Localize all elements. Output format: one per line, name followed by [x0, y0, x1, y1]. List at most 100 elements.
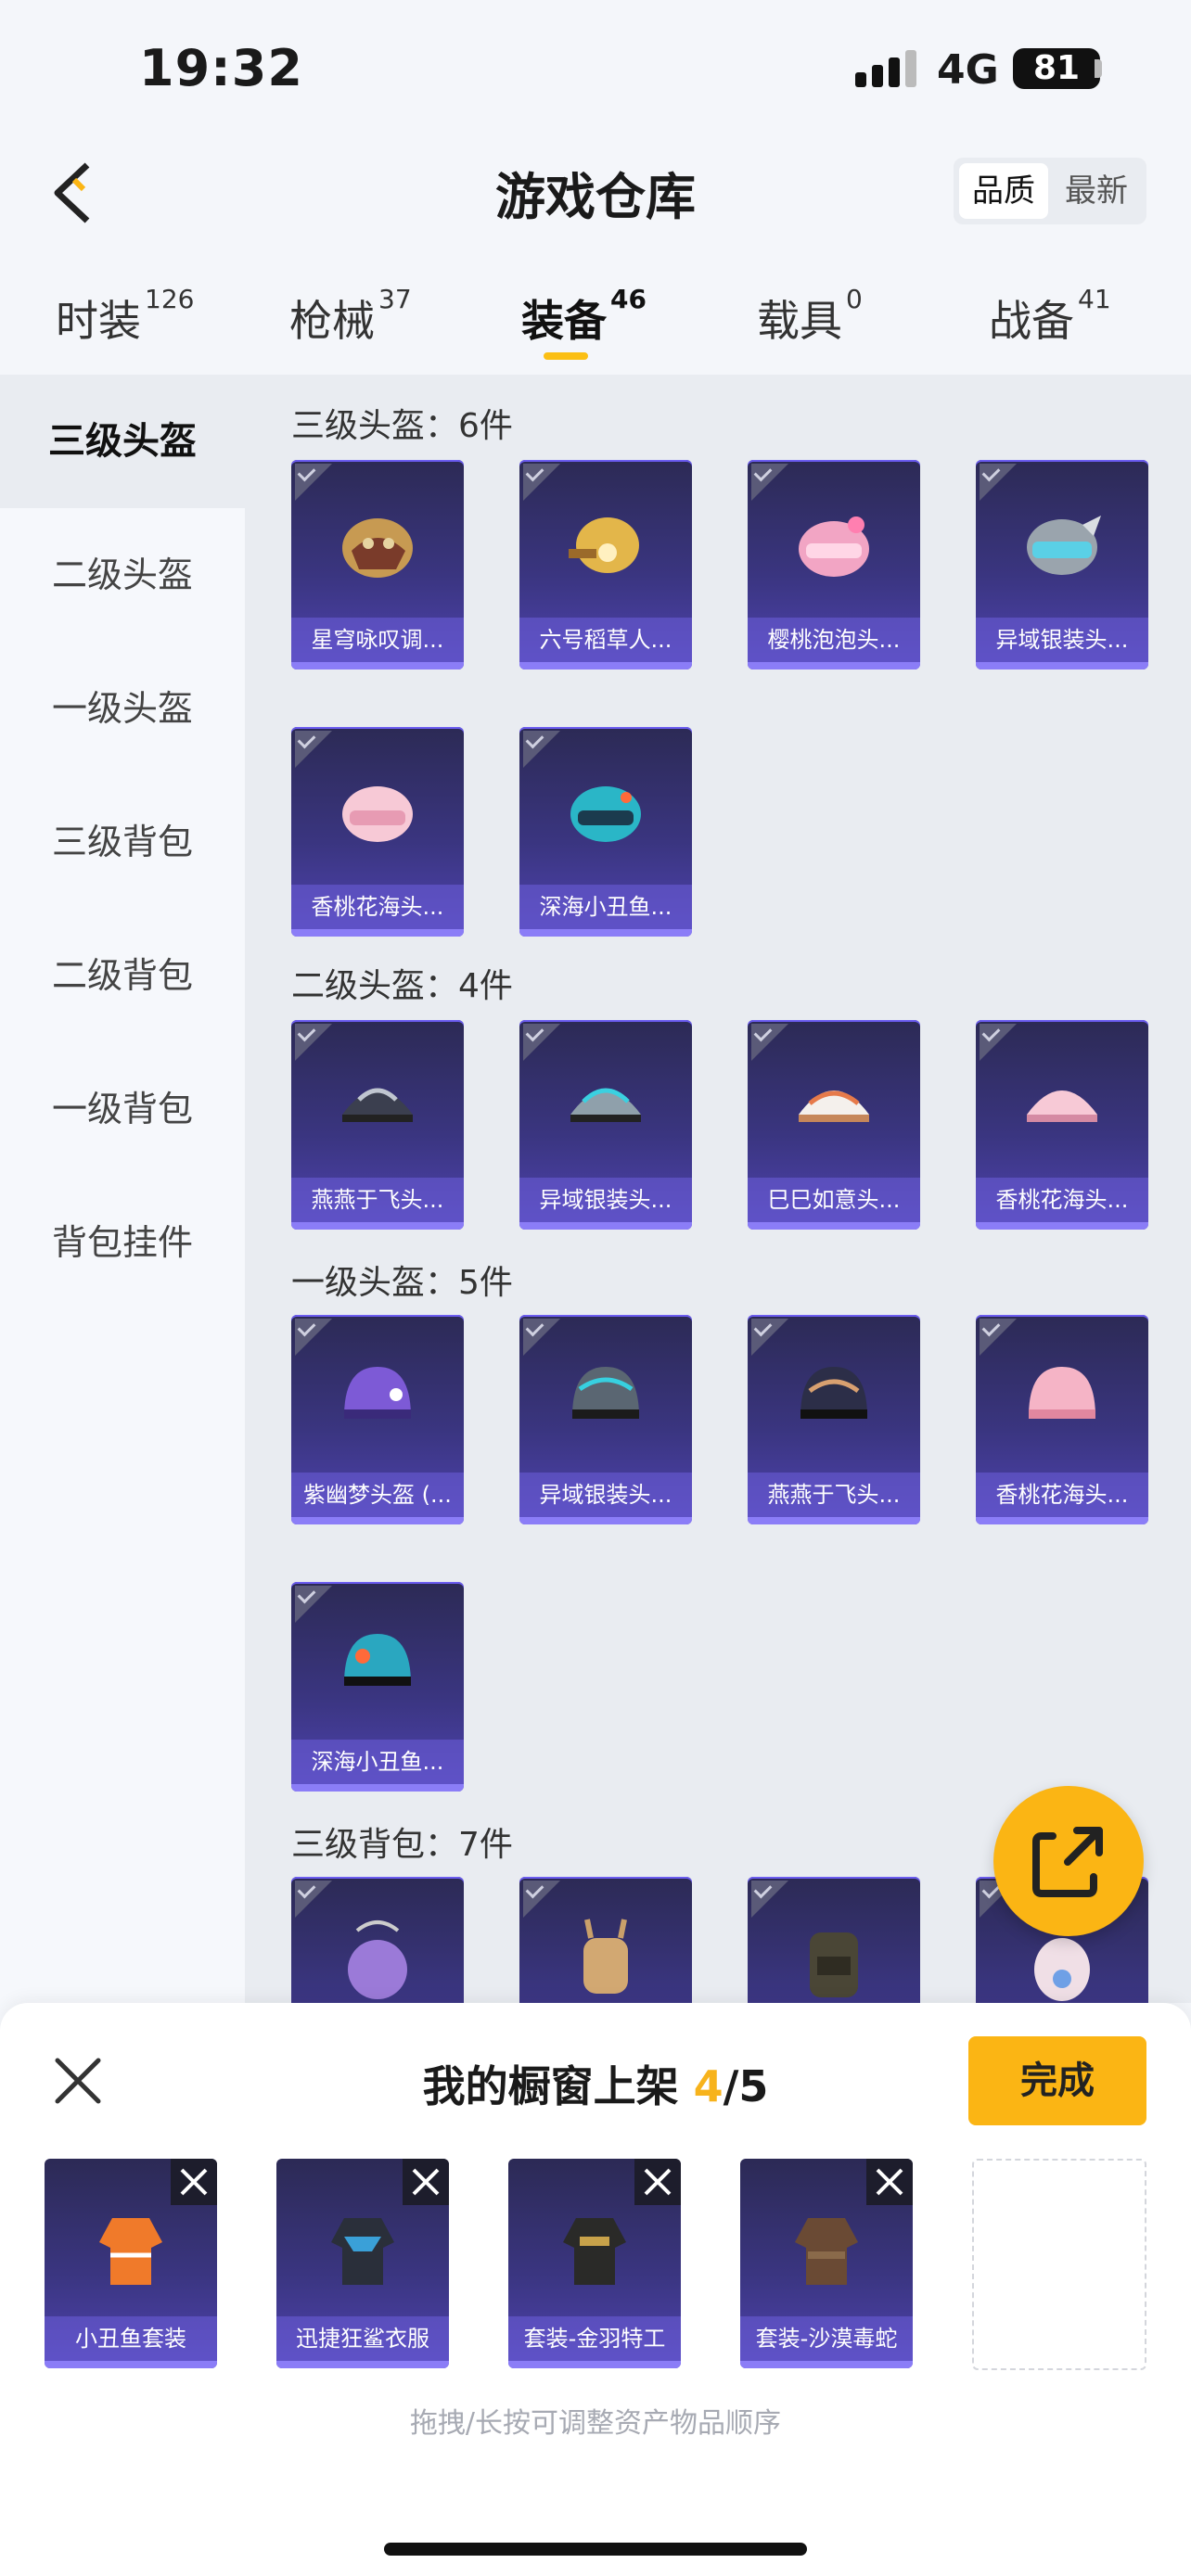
backpack-icon	[583, 1919, 628, 1994]
item-card[interactable]: 巳巳如意头...	[748, 1020, 920, 1230]
showcase-slot[interactable]: 套装-沙漠毒蛇	[740, 2159, 913, 2368]
tab-indicator	[544, 352, 588, 360]
sort-quality-button[interactable]: 品质	[959, 163, 1048, 219]
item-card[interactable]: 异域银装头...	[976, 460, 1148, 670]
tab-label: 战备	[989, 296, 1074, 346]
showcase-slot[interactable]: 迅捷狂鲨衣服	[276, 2159, 449, 2368]
item-label: 异域银装头...	[519, 1178, 692, 1222]
helmet-icon	[799, 516, 869, 577]
item-card[interactable]: 紫幽梦头盔 (...	[291, 1315, 464, 1524]
rarity-bar	[748, 1222, 920, 1230]
tab-label: 载具	[757, 296, 842, 346]
done-button[interactable]: 完成	[968, 2036, 1146, 2125]
check-icon	[980, 464, 1017, 501]
sidebar-item-lv3-backpack[interactable]: 三级背包	[0, 775, 245, 909]
sidebar-item-lv2-backpack[interactable]: 二级背包	[0, 909, 245, 1042]
remove-button[interactable]	[171, 2159, 217, 2205]
item-label: 燕燕于飞头...	[748, 1473, 920, 1517]
remove-button[interactable]	[403, 2159, 449, 2205]
helmet-icon	[344, 1634, 411, 1686]
rarity-bar	[976, 1517, 1148, 1524]
sidebar-item-lv3-helmet[interactable]: 三级头盔	[0, 375, 245, 508]
item-label: 星穹咏叹调...	[291, 618, 464, 662]
item-label: 深海小丑鱼...	[519, 885, 692, 929]
item-label: 深海小丑鱼...	[291, 1740, 464, 1784]
sidebar-item-backpack-pendant[interactable]: 背包挂件	[0, 1176, 245, 1309]
sidebar-item-lv1-backpack[interactable]: 一级背包	[0, 1042, 245, 1176]
item-label: 紫幽梦头盔 (...	[291, 1473, 464, 1517]
tab-guns[interactable]: 枪械 37	[289, 284, 412, 349]
helmet-icon	[342, 786, 413, 842]
helmet-icon	[1027, 1090, 1097, 1122]
item-card[interactable]: 异域银装头...	[519, 1315, 692, 1524]
rarity-bar	[748, 662, 920, 670]
item-card[interactable]	[291, 1877, 464, 2003]
item-card[interactable]: 深海小丑鱼...	[291, 1582, 464, 1792]
item-card[interactable]	[748, 1877, 920, 2003]
tab-vehicles[interactable]: 载具 0	[757, 284, 863, 349]
check-icon	[751, 1881, 788, 1918]
tab-supplies[interactable]: 战备 41	[989, 284, 1111, 349]
item-card[interactable]: 深海小丑鱼...	[519, 727, 692, 937]
item-label: 香桃花海头...	[976, 1473, 1148, 1517]
sort-toggle[interactable]: 品质 最新	[954, 158, 1146, 224]
section-title: 一级头盔：5件	[291, 1264, 513, 1302]
item-card[interactable]: 异域银装头...	[519, 1020, 692, 1230]
item-label: 香桃花海头...	[291, 885, 464, 929]
sort-newest-button[interactable]: 最新	[1052, 163, 1141, 219]
home-indicator[interactable]	[384, 2543, 807, 2556]
reorder-hint: 拖拽/长按可调整资产物品顺序	[409, 2407, 782, 2440]
showcase-empty-slot[interactable]	[972, 2159, 1146, 2370]
close-icon	[412, 2168, 440, 2196]
check-icon	[523, 1881, 560, 1918]
helmet-icon	[570, 1088, 641, 1122]
item-label: 六号稻草人...	[519, 618, 692, 662]
item-card[interactable]: 星穹咏叹调...	[291, 460, 464, 670]
rarity-bar	[291, 929, 464, 937]
item-card[interactable]: 燕燕于飞头...	[291, 1020, 464, 1230]
close-icon	[876, 2168, 903, 2196]
helmet-icon	[570, 786, 641, 842]
helmet-icon	[1027, 516, 1101, 575]
sidebar-item-lv1-helmet[interactable]: 一级头盔	[0, 642, 245, 775]
item-label: 异域银装头...	[519, 1473, 692, 1517]
tab-count: 126	[145, 284, 195, 314]
item-label: 燕燕于飞头...	[291, 1178, 464, 1222]
signal-icon	[855, 50, 916, 87]
slot-label: 套装-沙漠毒蛇	[740, 2316, 913, 2361]
helmet-icon	[572, 1367, 639, 1419]
remove-button[interactable]	[866, 2159, 913, 2205]
helmet-icon	[342, 518, 413, 578]
rarity-bar	[748, 1517, 920, 1524]
share-icon	[1032, 1827, 1103, 1897]
check-icon	[751, 464, 788, 501]
helmet-icon	[1029, 1367, 1095, 1419]
sidebar-item-lv2-helmet[interactable]: 二级头盔	[0, 508, 245, 642]
item-card[interactable]	[519, 1877, 692, 2003]
check-icon	[980, 1319, 1017, 1356]
item-card[interactable]: 樱桃泡泡头...	[748, 460, 920, 670]
helmet-icon	[344, 1367, 411, 1419]
rarity-bar	[976, 662, 1148, 670]
item-card[interactable]: 六号稻草人...	[519, 460, 692, 670]
tab-equipment[interactable]: 装备 46	[521, 284, 647, 349]
remove-button[interactable]	[634, 2159, 681, 2205]
item-card[interactable]: 燕燕于飞头...	[748, 1315, 920, 1524]
check-icon	[295, 1586, 332, 1623]
section-title: 三级头盔：6件	[291, 407, 513, 445]
network-label: 4G	[937, 46, 999, 94]
check-icon	[751, 1319, 788, 1356]
battery-tip	[1095, 59, 1102, 78]
showcase-slot[interactable]: 套装-金羽特工	[508, 2159, 681, 2368]
tab-count: 0	[846, 284, 863, 314]
outfit-icon	[795, 2218, 858, 2285]
tab-fashion[interactable]: 时装 126	[56, 284, 195, 349]
showcase-slot[interactable]: 小丑鱼套装	[45, 2159, 217, 2368]
battery-icon: 81	[1013, 48, 1100, 89]
item-card[interactable]: 香桃花海头...	[976, 1315, 1148, 1524]
item-card[interactable]: 香桃花海头...	[976, 1020, 1148, 1230]
item-card[interactable]: 香桃花海头...	[291, 727, 464, 937]
share-button[interactable]	[993, 1786, 1144, 1936]
item-label: 香桃花海头...	[976, 1178, 1148, 1222]
item-label: 异域银装头...	[976, 618, 1148, 662]
